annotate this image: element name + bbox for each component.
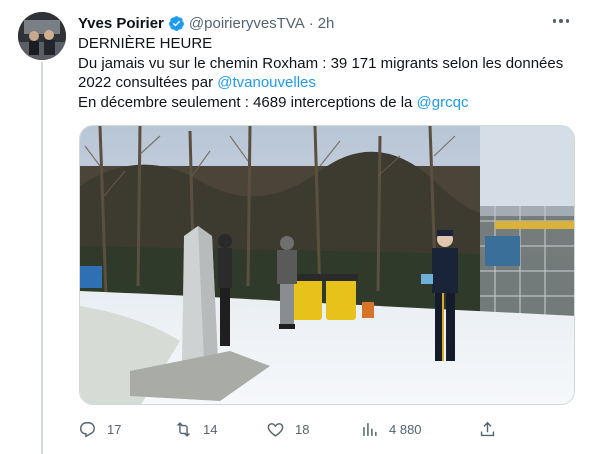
tweet-photo[interactable] xyxy=(79,125,575,405)
like-button[interactable]: 18 xyxy=(266,418,309,440)
verified-badge-icon xyxy=(168,15,184,31)
tweet-line-4: En décembre seulement : 4689 interceptio… xyxy=(78,93,578,113)
timestamp[interactable]: 2h xyxy=(318,15,335,32)
author-handle[interactable]: @poirieryvesTVA xyxy=(189,15,305,32)
thread-line xyxy=(41,62,43,454)
share-button[interactable] xyxy=(478,418,497,440)
tweet-line-1: DERNIÈRE HEURE xyxy=(78,35,213,52)
tweet-line-4-text: En décembre seulement : 4689 interceptio… xyxy=(78,93,417,111)
mention-tvanouvelles[interactable]: @tvanouvelles xyxy=(217,74,316,91)
views-icon xyxy=(363,422,377,436)
avatar-image xyxy=(18,12,66,60)
separator-dot: · xyxy=(308,14,314,32)
border-crossing-photo xyxy=(80,126,574,404)
tweet-text: DERNIÈRE HEURE Du jamais vu sur le chemi… xyxy=(78,34,578,112)
like-count: 18 xyxy=(295,421,310,437)
reply-count: 17 xyxy=(107,421,122,437)
views-button[interactable]: 4 880 xyxy=(360,418,422,440)
tweet-actions: 17 14 18 4 880 xyxy=(78,418,538,440)
mention-grcqc[interactable]: @grcqc xyxy=(417,94,469,111)
tweet-header: Yves Poirier @poirieryvesTVA · 2h xyxy=(78,13,570,33)
reply-icon xyxy=(80,421,95,438)
share-icon xyxy=(480,421,495,436)
tweet-line-3: 2022 consultées par @tvanouvelles xyxy=(78,73,578,93)
view-count: 4 880 xyxy=(389,421,422,437)
author-name[interactable]: Yves Poirier xyxy=(78,15,164,32)
retweet-count: 14 xyxy=(203,421,218,437)
retweet-icon xyxy=(177,421,190,437)
like-icon xyxy=(267,422,284,437)
more-icon[interactable] xyxy=(550,10,572,32)
avatar[interactable] xyxy=(18,12,66,60)
tweet-line-2: Du jamais vu sur le chemin Roxham : 39 1… xyxy=(78,54,564,72)
reply-button[interactable]: 17 xyxy=(78,418,121,440)
retweet-button[interactable]: 14 xyxy=(174,418,217,440)
tweet-line-3-text: 2022 consultées par xyxy=(78,74,218,91)
